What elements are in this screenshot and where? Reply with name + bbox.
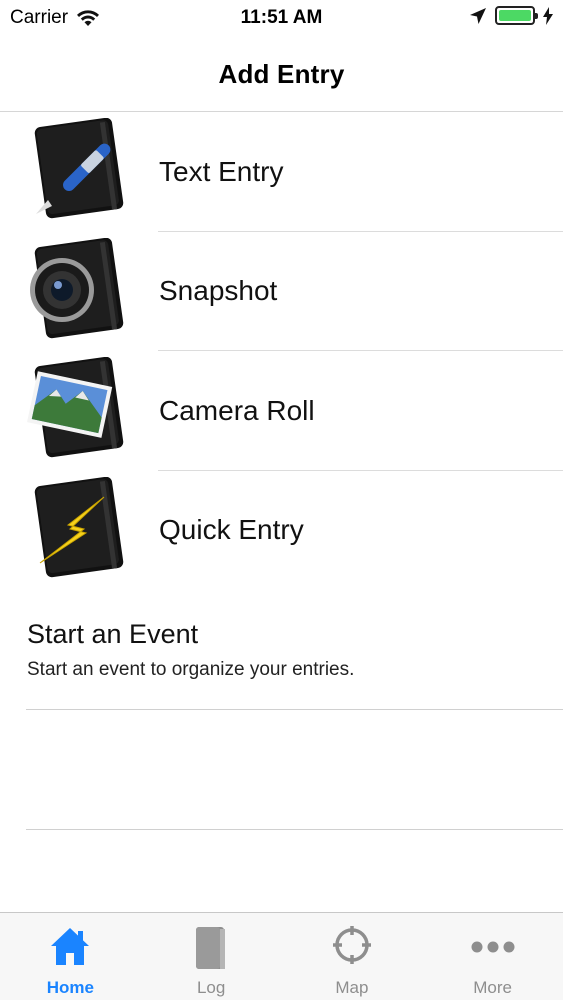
row-divider (26, 829, 563, 830)
notebook-pen-icon (34, 118, 124, 219)
crosshair-icon (332, 926, 371, 964)
battery-nub (535, 13, 538, 19)
tab-bar: Home Log Map More (0, 912, 563, 1000)
page-title: Add Entry (218, 59, 345, 89)
tab-map[interactable]: Map (282, 913, 423, 1000)
charging-bolt-icon (543, 6, 553, 25)
entry-label: Camera Roll (159, 394, 315, 426)
book-icon (196, 927, 226, 969)
tab-label: Home (46, 978, 94, 997)
notebook-lightning-icon (34, 476, 124, 577)
list-item-snapshot[interactable]: Snapshot (0, 232, 563, 351)
empty-row (0, 710, 563, 830)
notebook-photo-icon (27, 357, 124, 458)
tab-label: Log (196, 978, 226, 997)
tab-more[interactable]: More (422, 913, 563, 1000)
battery-icon (495, 6, 538, 25)
list-item-text-entry[interactable]: Text Entry (0, 112, 563, 232)
tab-log[interactable]: Log (141, 913, 282, 1000)
status-right (469, 6, 553, 25)
home-icon (51, 928, 90, 965)
start-event-row[interactable]: Start an Event Start an event to organiz… (0, 590, 563, 710)
tab-label: More (473, 978, 512, 997)
event-title: Start an Event (27, 619, 199, 649)
entry-label: Snapshot (159, 275, 278, 307)
notebook-camera-icon (30, 237, 124, 338)
entry-type-list: Text Entry Snapshot Camera Roll Quick En… (0, 112, 563, 590)
entry-label: Text Entry (159, 155, 284, 187)
list-item-camera-roll[interactable]: Camera Roll (0, 351, 563, 471)
entry-label: Quick Entry (159, 514, 304, 546)
tab-label: Map (335, 978, 369, 997)
navigation-bar: Add Entry (0, 38, 563, 112)
status-bar: Carrier 11:51 AM (0, 0, 563, 38)
list-item-quick-entry[interactable]: Quick Entry (0, 471, 563, 591)
location-arrow-icon (470, 7, 486, 24)
ellipsis-icon (471, 941, 515, 953)
event-subtitle: Start an event to organize your entries. (27, 659, 355, 680)
battery-fill (499, 10, 531, 21)
tab-home[interactable]: Home (0, 913, 141, 1000)
